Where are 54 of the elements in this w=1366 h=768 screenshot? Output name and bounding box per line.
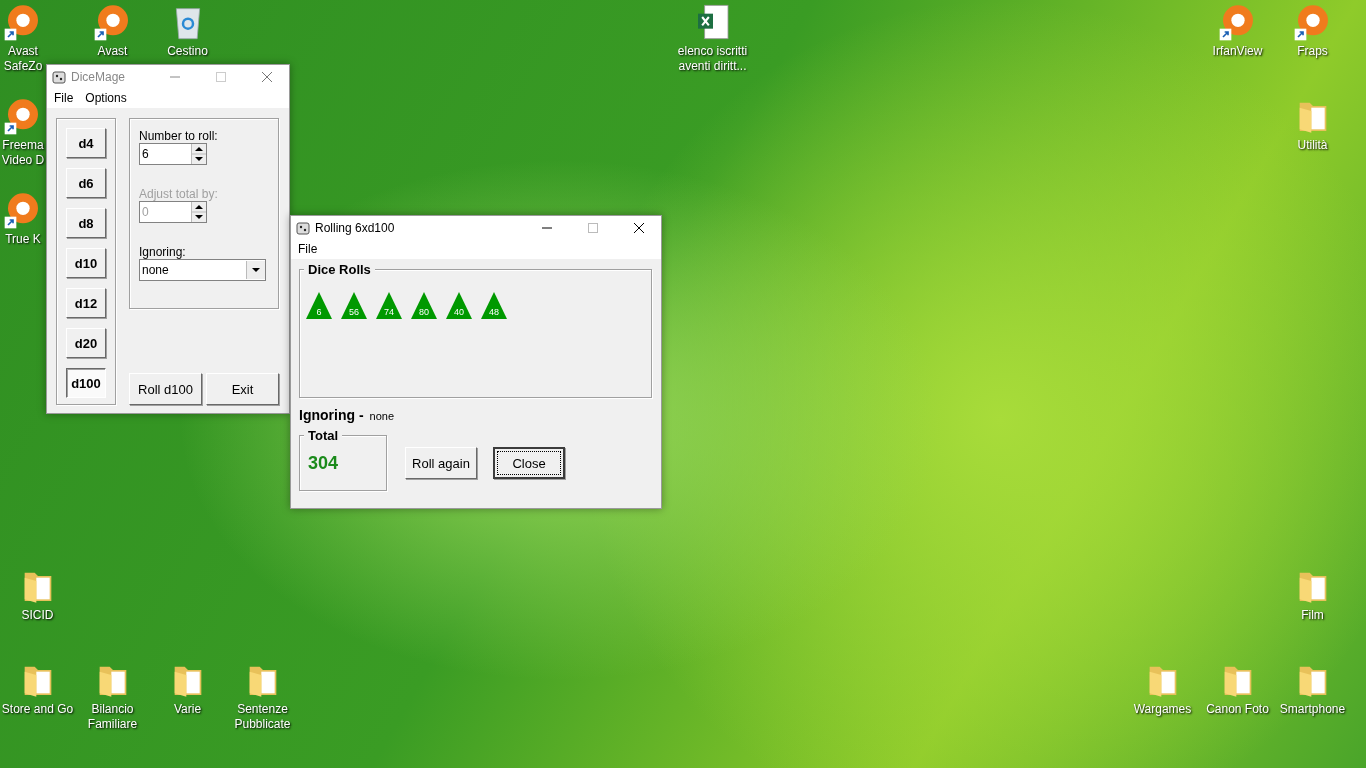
desktop-icon-label[interactable]: SICID xyxy=(0,608,75,623)
menu-item[interactable]: File xyxy=(298,242,318,256)
die-button[interactable]: d4 xyxy=(66,128,106,158)
die-button[interactable]: d100 xyxy=(66,368,106,398)
desktop-icon-label[interactable]: Avast SafeZo xyxy=(0,44,46,74)
action-button[interactable]: Exit xyxy=(206,373,279,405)
action-button[interactable]: Roll d100 xyxy=(129,373,202,405)
die-button[interactable]: d20 xyxy=(66,328,106,358)
die-result: 74 xyxy=(376,292,402,319)
ignoring-value: none xyxy=(369,410,395,422)
dice-icon xyxy=(51,68,67,85)
spin-arrows-icon[interactable] xyxy=(191,202,206,222)
close-icon[interactable] xyxy=(633,221,645,234)
field-label: Number to roll: xyxy=(139,129,218,143)
ignoring-dropdown[interactable]: none xyxy=(139,259,266,281)
desktop-icon-label[interactable]: Avast xyxy=(75,44,150,59)
die-button[interactable]: d6 xyxy=(66,168,106,198)
desktop-icon-label[interactable]: Freema Video D xyxy=(0,138,46,168)
desktop-icon-label[interactable]: Varie xyxy=(150,702,225,717)
desktop-icon-label[interactable]: elenco iscritti aventi diritt... xyxy=(675,44,750,74)
desktop-icon-label[interactable]: Sentenze Pubblicate xyxy=(225,702,300,732)
desktop-icon-label[interactable]: Bilancio Familiare xyxy=(75,702,150,732)
field-label: Adjust total by: xyxy=(139,187,218,201)
ignoring-label: Ignoring - xyxy=(299,407,364,423)
maximize-icon[interactable] xyxy=(587,221,599,234)
dice-icon xyxy=(295,219,311,236)
number-spinner[interactable]: 6 xyxy=(139,143,207,165)
die-result: 6 xyxy=(306,292,332,319)
desktop-icon-label[interactable]: True K xyxy=(0,232,46,247)
desktop-icon-label[interactable]: Film xyxy=(1275,608,1350,623)
die-button[interactable]: d12 xyxy=(66,288,106,318)
group-title: Total xyxy=(304,428,343,443)
menu-item[interactable]: File xyxy=(54,91,74,105)
action-button[interactable]: Close xyxy=(493,447,565,479)
die-result: 80 xyxy=(411,292,437,319)
desktop-icon-label[interactable]: Canon Foto xyxy=(1200,702,1275,717)
group-title: Dice Rolls xyxy=(304,262,375,277)
die-result: 40 xyxy=(446,292,472,319)
action-button[interactable]: Roll again xyxy=(405,447,477,479)
total-value: 304 xyxy=(308,453,339,473)
die-result: 56 xyxy=(341,292,367,319)
die-button[interactable]: d10 xyxy=(66,248,106,278)
menu-item[interactable]: Options xyxy=(85,91,127,105)
desktop-icon-label[interactable]: Cestino xyxy=(150,44,225,59)
window-title: Rolling 6xd100 xyxy=(315,220,396,235)
field-label: Ignoring: xyxy=(139,245,186,259)
desktop-icon-label[interactable]: Wargames xyxy=(1125,702,1200,717)
spin-arrows-icon[interactable] xyxy=(191,144,206,164)
die-result: 48 xyxy=(481,292,507,319)
desktop-icon-label[interactable]: IrfanView xyxy=(1200,44,1275,59)
desktop-icon-label[interactable]: Store and Go xyxy=(0,702,75,717)
window-title: DiceMage xyxy=(71,69,127,84)
desktop-icon-label[interactable]: Smartphone xyxy=(1275,702,1350,717)
die-button[interactable]: d8 xyxy=(66,208,106,238)
